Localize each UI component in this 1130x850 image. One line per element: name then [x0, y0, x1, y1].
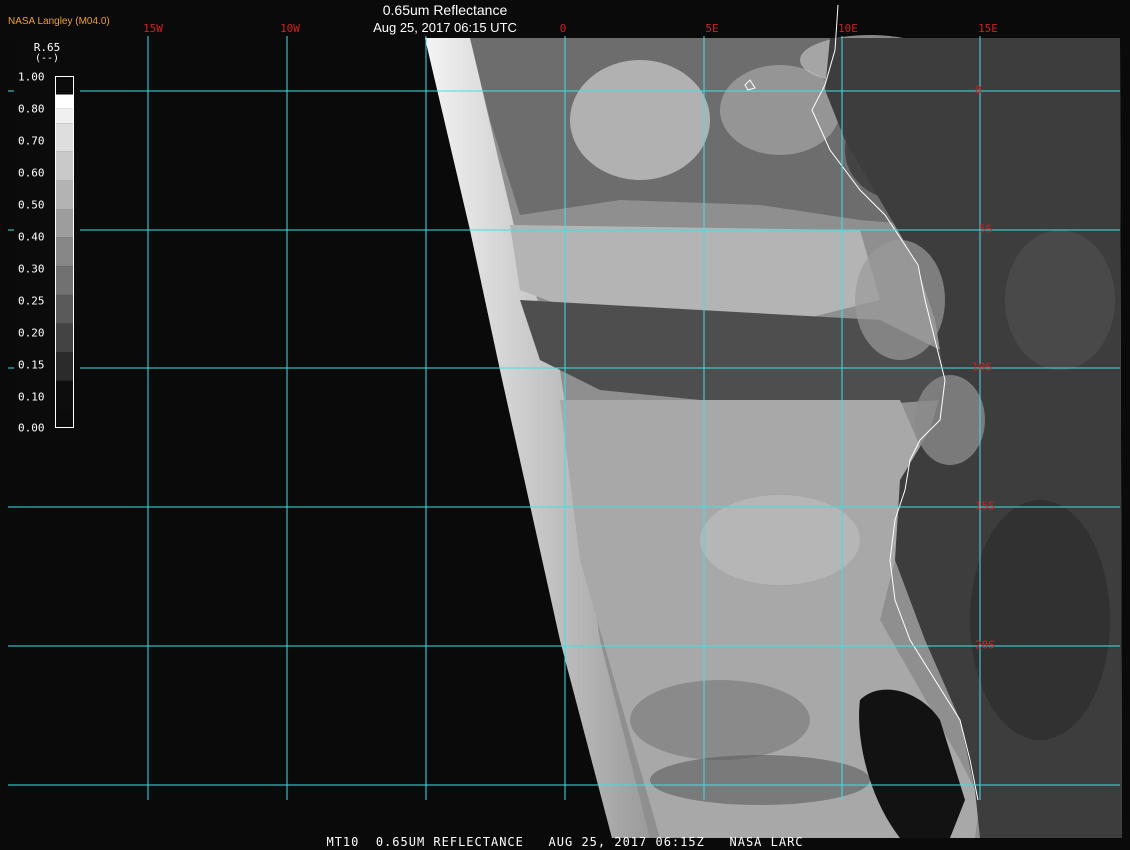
colorbar-tick: 0.40 [18, 230, 45, 244]
colorbar-tick: 0.80 [18, 102, 45, 116]
colorbar-tick: 0.15 [18, 358, 45, 372]
colorbar-tick: 0.10 [18, 390, 45, 404]
colorbar-tick: 0.60 [18, 166, 45, 180]
colorbar-tick: 0.20 [18, 326, 45, 340]
timestamp-subtitle: Aug 25, 2017 06:15 UTC [373, 20, 517, 35]
lon-label-10e: 10E [838, 22, 858, 35]
lat-label-15s: 15S [975, 499, 995, 513]
lat-label-10s: 10S [972, 360, 992, 374]
lon-label-10w: 10W [280, 22, 300, 35]
colorbar-legend: R.65 (--) 1.00 0.80 0.70 0.60 0.50 0.40 … [14, 38, 80, 440]
lon-label-5e: 5E [705, 22, 719, 35]
lat-label-20s: 20S [975, 638, 995, 652]
colorbar-tick: 1.00 [18, 70, 45, 84]
product-title: 0.65um Reflectance [382, 2, 508, 18]
lon-label-15e: 15E [978, 22, 998, 35]
colorbar-scale [55, 76, 74, 428]
colorbar-tick: 0.70 [18, 134, 45, 148]
satellite-image-map [0, 0, 1130, 850]
colorbar-ticks: 1.00 0.80 0.70 0.60 0.50 0.40 0.30 0.25 … [14, 38, 54, 440]
lon-label-15w: 15W [143, 22, 163, 35]
lat-label-5s: 5S [979, 222, 993, 236]
colorbar-tick: 0.00 [18, 421, 45, 435]
colorbar-tick: 0.50 [18, 198, 45, 212]
lon-label-0: 0 [559, 22, 567, 35]
footer-caption: MT10 0.65UM REFLECTANCE AUG 25, 2017 06:… [326, 835, 804, 849]
colorbar-tick: 0.30 [18, 262, 45, 276]
lat-label-0: 0 [975, 83, 982, 97]
colorbar-tick: 0.25 [18, 294, 45, 308]
